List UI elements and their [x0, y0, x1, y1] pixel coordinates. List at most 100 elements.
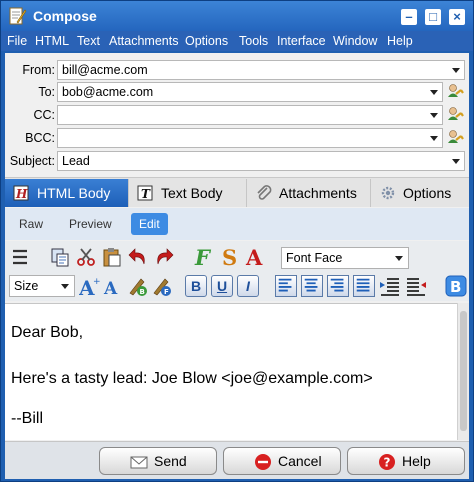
tab-label: Text Body: [161, 185, 223, 201]
chevron-down-icon[interactable]: [395, 256, 403, 261]
svg-text:+: +: [93, 277, 101, 287]
menu-interface[interactable]: Interface: [277, 34, 326, 48]
menu-html[interactable]: HTML: [35, 34, 69, 48]
menu-tools[interactable]: Tools: [239, 34, 268, 48]
text-body-icon: T: [137, 185, 153, 201]
increase-font-icon[interactable]: A +: [79, 275, 101, 297]
chevron-down-icon[interactable]: [430, 90, 438, 95]
tab-label: Attachments: [279, 185, 357, 201]
background-color-icon[interactable]: B: [127, 275, 149, 297]
menu-lines-icon[interactable]: [9, 246, 31, 268]
svg-text:A: A: [245, 246, 263, 268]
send-button[interactable]: Send: [99, 447, 217, 475]
subject-label: Subject:: [9, 154, 55, 168]
envelope-icon: [130, 456, 148, 469]
menu-attachments[interactable]: Attachments: [109, 34, 178, 48]
compose-client-area: From: bill@acme.com To: bob@acme.com CC:: [5, 53, 469, 479]
scrollbar-thumb[interactable]: [460, 311, 467, 431]
paste-icon[interactable]: [101, 246, 123, 268]
editor-scrollbar[interactable]: [457, 303, 469, 440]
view-mode-tabs: Raw Preview Edit: [5, 208, 469, 240]
subtab-edit[interactable]: Edit: [131, 213, 168, 235]
maximize-button[interactable]: □: [425, 9, 441, 25]
help-label: Help: [402, 453, 431, 469]
svg-text:T: T: [141, 187, 151, 201]
action-bar: Send Cancel ? Help: [5, 441, 469, 479]
menu-help[interactable]: Help: [387, 34, 413, 48]
undo-icon[interactable]: [127, 246, 149, 268]
help-button[interactable]: ? Help: [347, 447, 465, 475]
tab-options[interactable]: Options: [371, 179, 469, 207]
justify-button[interactable]: [353, 275, 375, 297]
font-style-icon[interactable]: F: [193, 246, 215, 268]
subject-value: Lead: [62, 154, 90, 168]
to-field[interactable]: bob@acme.com: [57, 82, 443, 102]
title-bar[interactable]: Compose – □ ×: [1, 1, 473, 31]
gear-icon: [381, 186, 395, 200]
align-center-icon: [304, 278, 318, 292]
font-face-value: Font Face: [286, 251, 343, 265]
menu-bar: File HTML Text Attachments Options Tools…: [1, 31, 473, 51]
subject-row: Subject: Lead: [5, 150, 469, 172]
svg-text:B: B: [140, 288, 145, 296]
chevron-down-icon[interactable]: [430, 136, 438, 141]
tab-attachments[interactable]: Attachments: [247, 179, 371, 207]
outdent-icon[interactable]: [405, 275, 427, 297]
html-body-icon: H: [13, 185, 29, 201]
decrease-font-icon[interactable]: A: [103, 275, 125, 297]
menu-file[interactable]: File: [7, 34, 27, 48]
bold-button[interactable]: B: [185, 275, 207, 297]
paste-special-icon[interactable]: [49, 246, 71, 268]
align-left-button[interactable]: [275, 275, 297, 297]
address-book-icon[interactable]: [445, 128, 465, 148]
font-face-select[interactable]: Font Face: [281, 247, 409, 269]
cancel-icon: [255, 454, 271, 470]
subtab-preview[interactable]: Preview: [61, 213, 120, 235]
tab-text-body[interactable]: T Text Body: [129, 179, 247, 207]
close-button[interactable]: ×: [449, 9, 465, 25]
tab-label: HTML Body: [37, 185, 111, 201]
redo-icon[interactable]: [153, 246, 175, 268]
to-value: bob@acme.com: [62, 85, 154, 99]
to-row: To: bob@acme.com: [5, 81, 469, 103]
compose-window: Compose – □ × File HTML Text Attachments…: [0, 0, 474, 482]
tab-html-body[interactable]: H HTML Body: [5, 179, 129, 207]
blue-b-icon[interactable]: B: [445, 275, 467, 297]
to-label: To:: [38, 85, 55, 99]
address-book-icon[interactable]: [445, 82, 465, 102]
underline-button[interactable]: U: [211, 275, 233, 297]
size-select[interactable]: Size: [9, 275, 75, 297]
from-field[interactable]: bill@acme.com: [57, 60, 465, 80]
align-right-button[interactable]: [327, 275, 349, 297]
minimize-button[interactable]: –: [401, 9, 417, 25]
menu-options[interactable]: Options: [185, 34, 228, 48]
chevron-down-icon[interactable]: [430, 113, 438, 118]
italic-button[interactable]: I: [237, 275, 259, 297]
subtab-raw[interactable]: Raw: [11, 213, 51, 235]
menu-window[interactable]: Window: [333, 34, 377, 48]
cut-icon[interactable]: [75, 246, 97, 268]
chevron-down-icon[interactable]: [61, 284, 69, 289]
window-title: Compose: [33, 8, 97, 24]
align-center-button[interactable]: [301, 275, 323, 297]
subject-field[interactable]: Lead: [57, 151, 465, 171]
align-right-icon: [330, 278, 344, 292]
chevron-down-icon[interactable]: [452, 159, 460, 164]
indent-icon[interactable]: [379, 275, 401, 297]
address-book-icon[interactable]: [445, 105, 465, 125]
font-size-icon[interactable]: S: [219, 246, 241, 268]
compose-app-icon: [9, 7, 27, 25]
chevron-down-icon[interactable]: [452, 68, 460, 73]
font-color-icon[interactable]: A: [245, 246, 267, 268]
cancel-button[interactable]: Cancel: [223, 447, 341, 475]
justify-icon: [356, 278, 370, 292]
bcc-field[interactable]: [57, 128, 443, 148]
body-tabs: H HTML Body T Text Body Attachments Opti…: [5, 177, 469, 207]
from-row: From: bill@acme.com: [5, 59, 469, 81]
message-body-editor[interactable]: Dear Bob, Here's a tasty lead: Joe Blow …: [5, 303, 457, 440]
foreground-color-icon[interactable]: F: [151, 275, 173, 297]
from-label: From:: [22, 63, 55, 77]
cc-field[interactable]: [57, 105, 443, 125]
menu-text[interactable]: Text: [77, 34, 100, 48]
size-value: Size: [14, 279, 39, 293]
